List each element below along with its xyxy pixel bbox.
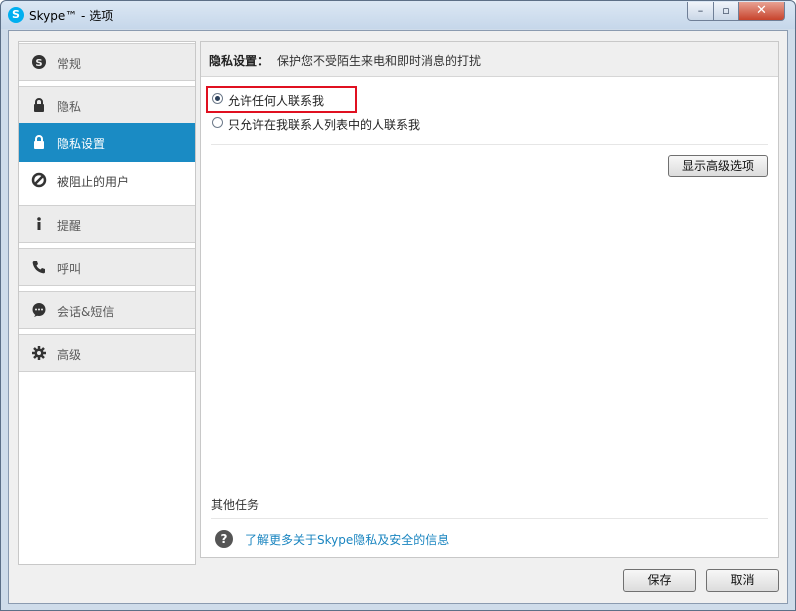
save-button[interactable]: 保存 (623, 569, 696, 592)
sidebar-item-privacy[interactable]: 隐私 (19, 86, 195, 124)
sidebar-item-label: 高级 (57, 348, 82, 362)
phone-icon (32, 261, 45, 274)
cancel-button[interactable]: 取消 (706, 569, 779, 592)
help-icon: ? (215, 530, 233, 548)
divider (211, 518, 768, 519)
show-advanced-options-button[interactable]: 显示高级选项 (668, 155, 768, 177)
chat-icon (32, 303, 46, 317)
radio-label: 只允许在我联系人列表中的人联系我 (228, 118, 421, 132)
sidebar-item-advanced[interactable]: 高级 (19, 334, 195, 372)
sidebar-item-privacy-settings[interactable]: 隐私设置 (19, 123, 195, 162)
sidebar-item-label: 常规 (57, 57, 82, 71)
title-bar[interactable]: S Skype™ - 选项 – ▫ ✕ (1, 1, 795, 29)
sidebar-item-calls[interactable]: 呼叫 (19, 248, 195, 286)
lock-icon (34, 135, 44, 149)
radio-label: 允许任何人联系我 (228, 94, 325, 108)
skype-icon: S (32, 55, 46, 69)
sidebar-item-label: 提醒 (57, 219, 82, 233)
radio-button[interactable] (212, 117, 223, 128)
sidebar-item-label: 会话&短信 (57, 305, 115, 319)
sidebar-item-label: 被阻止的用户 (57, 175, 130, 189)
sidebar-item-alerts[interactable]: 提醒 (19, 205, 195, 243)
divider (211, 144, 768, 145)
skype-app-icon: S (8, 7, 24, 23)
sidebar-item-im-sms[interactable]: 会话&短信 (19, 291, 195, 329)
sidebar-item-blocked-users[interactable]: 被阻止的用户 (19, 162, 195, 200)
info-icon (37, 217, 41, 230)
window-title: Skype™ - 选项 (29, 9, 114, 23)
maximize-button[interactable]: ▫ (713, 2, 739, 21)
minimize-button[interactable]: – (687, 2, 714, 21)
other-tasks-label: 其他任务 (211, 498, 260, 512)
sidebar-item-label: 隐私设置 (57, 137, 106, 151)
options-window: S Skype™ - 选项 – ▫ ✕ S 常规 隐私 隐私设置 被阻止的用户 … (0, 0, 796, 611)
privacy-settings-panel: 隐私设置： 保护您不受陌生来电和即时消息的打扰 允许任何人联系我 只允许在我联系… (200, 41, 779, 558)
svg-text:S: S (35, 58, 42, 69)
panel-header: 隐私设置： 保护您不受陌生来电和即时消息的打扰 (201, 42, 778, 77)
block-icon (31, 172, 47, 188)
close-button[interactable]: ✕ (738, 2, 785, 21)
learn-more-privacy-link[interactable]: 了解更多关于Skype隐私及安全的信息 (245, 531, 449, 548)
client-area: S 常规 隐私 隐私设置 被阻止的用户 提醒 呼叫 会话&短信 高级 隐私设置：… (8, 30, 788, 604)
panel-title: 隐私设置： (209, 54, 270, 68)
gear-icon (32, 346, 46, 360)
lock-icon (34, 98, 44, 112)
options-sidebar: S 常规 隐私 隐私设置 被阻止的用户 提醒 呼叫 会话&短信 高级 (18, 41, 196, 565)
radio-button[interactable] (212, 93, 223, 104)
panel-description: 保护您不受陌生来电和即时消息的打扰 (277, 54, 482, 68)
sidebar-item-general[interactable]: S 常规 (19, 43, 195, 81)
sidebar-item-label: 呼叫 (57, 262, 82, 276)
sidebar-item-label: 隐私 (57, 100, 82, 114)
